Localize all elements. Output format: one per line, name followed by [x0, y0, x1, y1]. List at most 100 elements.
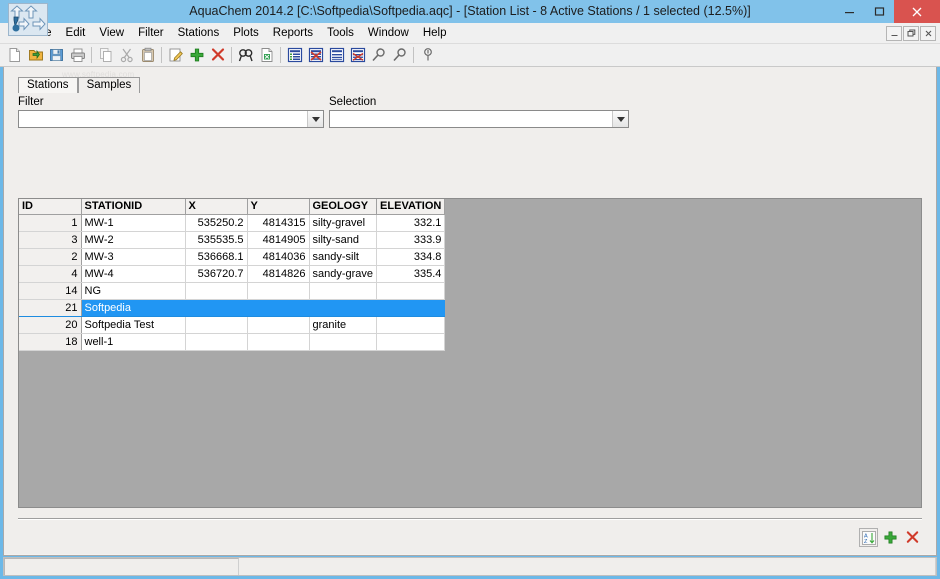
cell-id[interactable]: 4	[19, 265, 82, 283]
cell-y[interactable]: 4814905	[247, 231, 310, 249]
cell-y[interactable]: 4814315	[247, 214, 310, 232]
cell-y[interactable]	[247, 333, 310, 351]
mdi-close-button[interactable]	[920, 26, 936, 41]
table-row[interactable]: 3 MW-2 535535.5 4814905 silty-sand 333.9	[19, 231, 446, 249]
column-header-geology[interactable]: GEOLOGY	[309, 199, 378, 215]
column-header-x[interactable]: X	[185, 199, 248, 215]
toolbar-info-button[interactable]	[417, 45, 438, 66]
cell-geology[interactable]	[309, 282, 378, 300]
cell-elevation[interactable]	[376, 282, 446, 300]
cell-elevation[interactable]: 333.9	[376, 231, 446, 249]
menu-item-window[interactable]: Window	[361, 23, 416, 44]
cell-stationid[interactable]: NG	[81, 282, 186, 300]
cell-stationid[interactable]: MW-4	[81, 265, 186, 283]
cell-x[interactable]	[185, 282, 248, 300]
filter-combobox-value[interactable]	[19, 111, 307, 127]
cell-elevation[interactable]: 334.8	[376, 248, 446, 266]
cell-elevation[interactable]	[376, 333, 446, 351]
delete-station-button[interactable]	[903, 528, 922, 547]
cell-id[interactable]: 14	[19, 282, 82, 300]
column-header-stationid[interactable]: STATIONID	[81, 199, 186, 215]
toolbar-delete-button[interactable]	[207, 45, 228, 66]
cell-stationid[interactable]: MW-1	[81, 214, 186, 232]
table-row[interactable]: 4 MW-4 536720.7 4814826 sandy-grave 335.4	[19, 265, 446, 283]
toolbar-cut-button[interactable]	[116, 45, 137, 66]
mdi-restore-button[interactable]	[903, 26, 919, 41]
cell-id[interactable]: 20	[19, 316, 82, 334]
cell-id[interactable]: 18	[19, 333, 82, 351]
station-grid-panel[interactable]: ID STATIONID X Y GEOLOGY ELEVATION 1 MW-1 53525…	[18, 198, 922, 508]
table-row[interactable]: 20 Softpedia Test granite	[19, 316, 446, 334]
toolbar-station-filter-button[interactable]	[305, 45, 326, 66]
cell-id[interactable]: 1	[19, 214, 82, 232]
table-row[interactable]: 21 Softpedia	[19, 299, 446, 317]
toolbar-new-button[interactable]	[4, 45, 25, 66]
toolbar-open-button[interactable]	[25, 45, 46, 66]
maximize-button[interactable]	[864, 0, 894, 23]
toolbar-sample-list-button[interactable]	[326, 45, 347, 66]
close-button[interactable]	[894, 0, 940, 23]
column-header-id[interactable]: ID	[19, 199, 82, 215]
tab-samples[interactable]: Samples	[77, 77, 141, 93]
toolbar-copy-button[interactable]	[95, 45, 116, 66]
cell-elevation[interactable]	[376, 299, 446, 317]
cell-elevation[interactable]: 335.4	[376, 265, 446, 283]
cell-geology[interactable]	[309, 299, 378, 317]
cell-elevation[interactable]: 332.1	[376, 214, 446, 232]
cell-x[interactable]	[185, 316, 248, 334]
filter-combobox[interactable]	[18, 110, 324, 128]
cell-id[interactable]: 3	[19, 231, 82, 249]
cell-geology[interactable]	[309, 333, 378, 351]
column-header-elevation[interactable]: ELEVATION	[376, 199, 446, 215]
column-header-y[interactable]: Y	[247, 199, 310, 215]
toolbar-export-excel-button[interactable]	[256, 45, 277, 66]
table-row[interactable]: 18 well-1	[19, 333, 446, 351]
filter-combobox-arrow[interactable]	[307, 111, 323, 127]
cell-stationid[interactable]: Softpedia Test	[81, 316, 186, 334]
cell-y[interactable]: 4814826	[247, 265, 310, 283]
cell-x[interactable]	[185, 333, 248, 351]
cell-geology[interactable]: sandy-grave	[309, 265, 378, 283]
add-station-button[interactable]	[881, 528, 900, 547]
cell-geology[interactable]: granite	[309, 316, 378, 334]
table-row[interactable]: 1 MW-1 535250.2 4814315 silty-gravel 332.1	[19, 214, 446, 232]
cell-geology[interactable]: silty-gravel	[309, 214, 378, 232]
menu-item-stations[interactable]: Stations	[171, 23, 227, 44]
menu-item-tools[interactable]: Tools	[320, 23, 361, 44]
cell-y[interactable]	[247, 316, 310, 334]
tab-stations[interactable]: Stations	[18, 77, 78, 93]
selection-combobox[interactable]	[329, 110, 629, 128]
mdi-minimize-button[interactable]	[886, 26, 902, 41]
cell-stationid[interactable]: well-1	[81, 333, 186, 351]
cell-x[interactable]: 535250.2	[185, 214, 248, 232]
toolbar-zoom-in-button[interactable]	[368, 45, 389, 66]
menu-item-plots[interactable]: Plots	[226, 23, 266, 44]
aquachem-app-icon[interactable]	[8, 3, 48, 36]
cell-id[interactable]: 2	[19, 248, 82, 266]
menu-item-edit[interactable]: Edit	[59, 23, 93, 44]
toolbar-find-button[interactable]	[235, 45, 256, 66]
cell-x[interactable]: 536720.7	[185, 265, 248, 283]
cell-elevation[interactable]	[376, 316, 446, 334]
cell-geology[interactable]: silty-sand	[309, 231, 378, 249]
toolbar-station-list-button[interactable]	[284, 45, 305, 66]
cell-x[interactable]: 536668.1	[185, 248, 248, 266]
cell-geology[interactable]: sandy-silt	[309, 248, 378, 266]
sort-button[interactable]: A Z	[859, 528, 878, 547]
cell-x[interactable]	[185, 299, 248, 317]
selection-combobox-value[interactable]	[330, 111, 612, 127]
table-row[interactable]: 14 NG	[19, 282, 446, 300]
cell-y[interactable]	[247, 282, 310, 300]
toolbar-print-button[interactable]	[67, 45, 88, 66]
cell-x[interactable]: 535535.5	[185, 231, 248, 249]
toolbar-zoom-out-button[interactable]	[389, 45, 410, 66]
cell-stationid[interactable]: MW-2	[81, 231, 186, 249]
menu-item-filter[interactable]: Filter	[131, 23, 171, 44]
cell-id[interactable]: 21	[19, 299, 82, 317]
cell-stationid[interactable]: Softpedia	[81, 299, 186, 317]
cell-y[interactable]	[247, 299, 310, 317]
minimize-button[interactable]	[834, 0, 864, 23]
cell-stationid[interactable]: MW-3	[81, 248, 186, 266]
menu-item-reports[interactable]: Reports	[266, 23, 320, 44]
toolbar-paste-button[interactable]	[137, 45, 158, 66]
